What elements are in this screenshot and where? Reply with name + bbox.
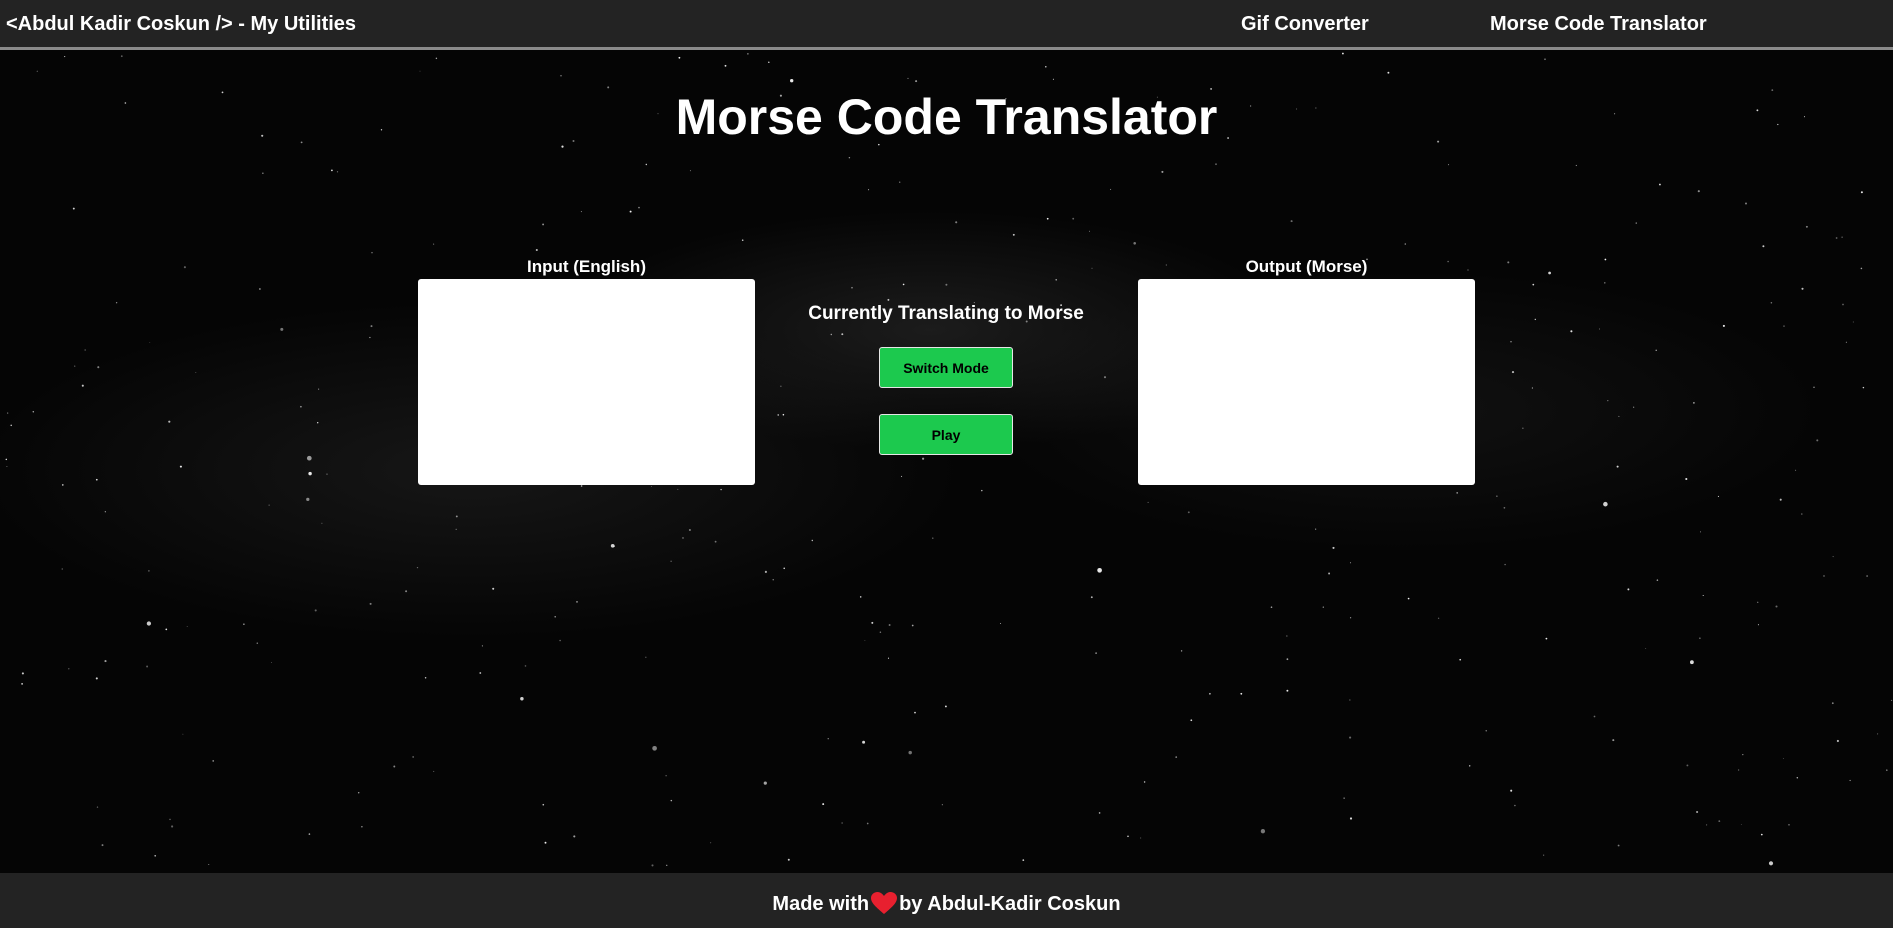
input-label: Input (English) [527, 257, 646, 276]
english-input-textarea[interactable] [418, 279, 755, 485]
footer-prefix: Made with [772, 893, 870, 915]
site-brand[interactable]: <Abdul Kadir Coskun /> - My Utilities [6, 13, 356, 36]
footer-credit: Made with by Abdul-Kadir Coskun [0, 891, 1893, 916]
top-navbar: <Abdul Kadir Coskun /> - My Utilities Gi… [0, 0, 1893, 50]
heart-icon [871, 892, 898, 914]
output-label: Output (Morse) [1245, 257, 1368, 276]
footer: Made with by Abdul-Kadir Coskun [0, 873, 1893, 928]
page-title: Morse Code Translator [675, 89, 1218, 145]
translation-mode-status: Currently Translating to Morse [808, 303, 1084, 324]
nav-link-gif-converter[interactable]: Gif Converter [1241, 13, 1369, 36]
switch-mode-button[interactable]: Switch Mode [879, 347, 1013, 388]
play-button[interactable]: Play [879, 414, 1013, 455]
footer-suffix: by Abdul-Kadir Coskun [899, 893, 1121, 915]
nav-link-morse-code-translator[interactable]: Morse Code Translator [1490, 13, 1707, 36]
morse-output-textarea[interactable] [1138, 279, 1475, 485]
